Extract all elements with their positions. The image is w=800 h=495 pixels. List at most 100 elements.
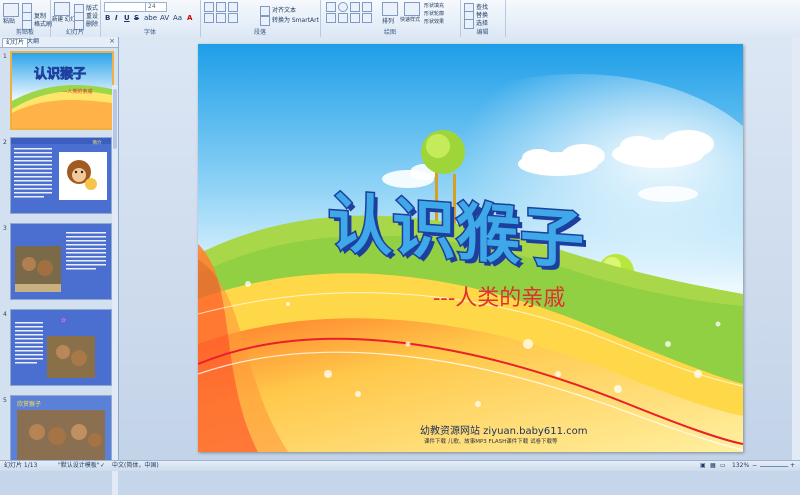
paste-button[interactable] [3, 3, 21, 17]
clipboard-group: 粘贴 复制 格式刷 剪贴板 [0, 0, 52, 37]
shape-fill-label: 形状填充 [424, 3, 445, 9]
paragraph-group: 对齐文本 转换为 SmartArt 段落 [200, 0, 321, 37]
font-size-combo[interactable]: 24 [145, 2, 167, 12]
align-left-icon [204, 13, 214, 23]
slide-editor: 认识猴子 认识猴子 ---人类的亲戚 幼教资源网站 ziyuan.baby611… [119, 37, 800, 460]
shape-effects-label: 形状效果 [424, 19, 445, 25]
indent-icon [228, 2, 238, 12]
close-icon[interactable]: × [109, 37, 115, 45]
align-center-icon [216, 13, 226, 23]
shape-fill-button[interactable]: 形状填充 [424, 2, 444, 9]
thumb-number: 4 [3, 311, 7, 318]
align-text-button[interactable]: 对齐文本 [260, 5, 296, 16]
font-group-label: 字体 [143, 29, 156, 36]
triangle-shape-icon [326, 13, 336, 23]
convert-smartart-button[interactable]: 转换为 SmartArt [260, 15, 319, 26]
change-case-button[interactable]: Aa [173, 14, 182, 22]
star-shape-icon [338, 13, 348, 23]
shape-outline-label: 形状轮廓 [424, 11, 445, 17]
ribbon: 粘贴 复制 格式刷 剪贴板 新建 幻灯片 版式 重设 删除 幻灯片 24 B I… [0, 0, 800, 38]
slide-canvas[interactable]: 认识猴子 认识猴子 ---人类的亲戚 幼教资源网站 ziyuan.baby611… [198, 44, 743, 452]
shadow-button[interactable]: abe [144, 14, 157, 22]
editor-scrollbar[interactable] [792, 37, 800, 460]
panel-tabs: 幻灯片 大纲 × [0, 37, 118, 48]
curve-shape-icon [350, 13, 360, 23]
clipboard-group-label: 剪贴板 [15, 29, 34, 36]
smartart-icon [260, 15, 270, 26]
align-text-icon [260, 5, 270, 16]
arrange-label: 排列 [382, 18, 395, 25]
drawing-group: 排列 快速样式 形状填充 形状轮廓 形状效果 绘图 [320, 0, 461, 37]
char-spacing-button[interactable]: AV [160, 14, 169, 22]
slide-thumbnail-4[interactable]: ✿ [10, 309, 112, 386]
new-slide-button[interactable] [54, 2, 72, 16]
thumb-number: 1 [3, 53, 7, 60]
shape-outline-button[interactable]: 形状轮廓 [424, 10, 444, 17]
align-text-label: 对齐文本 [272, 7, 297, 14]
thumb4-art: ✿ [11, 310, 111, 385]
convert-smartart-label: 转换为 SmartArt [272, 17, 319, 24]
slide-thumbnail-3[interactable] [10, 223, 112, 300]
slide-thumbnail-5[interactable]: 欣赏猴子 [10, 395, 112, 461]
thumb-number: 5 [3, 397, 7, 404]
quick-styles-label: 快速样式 [400, 17, 421, 23]
zoom-slider[interactable] [760, 466, 788, 467]
underline-button[interactable]: U [124, 14, 130, 22]
panel-scrollbar[interactable] [112, 85, 118, 495]
slide-title[interactable]: 认识猴子 认识猴子 [318, 172, 648, 272]
thumb1-title: 认识猴子 [34, 66, 86, 82]
font-group: 24 B I U S abe AV Aa A 字体 [100, 0, 201, 37]
oval-shape-icon [338, 2, 348, 12]
quick-styles-button[interactable] [404, 2, 422, 16]
slide-thumbnail-2[interactable]: 简介 [10, 137, 112, 214]
thumb5-art: 欣赏猴子 [11, 396, 111, 460]
brace-shape-icon [362, 13, 372, 23]
quick-styles-icon [404, 2, 420, 16]
tab-outline[interactable]: 大纲 [24, 38, 42, 46]
slides-panel: 幻灯片 大纲 × 1 认识猴子 ---人类的亲戚 2 简介 3 4 ✿ 5 欣赏… [0, 37, 119, 495]
bullets-icon [204, 2, 214, 12]
thumb5-heading: 欣赏猴子 [17, 400, 41, 408]
thumb1-art: 认识猴子 ---人类的亲戚 [12, 53, 112, 128]
strikethrough-button[interactable]: S [134, 14, 139, 22]
list-buttons[interactable] [204, 2, 240, 12]
paste-icon [3, 3, 19, 17]
slide-thumbnail-1[interactable]: 认识猴子 ---人类的亲戚 [10, 51, 114, 130]
slide-footer-site: 幼教资源网站 ziyuan.baby611.com [420, 426, 588, 437]
thumb1-subtitle: ---人类的亲戚 [62, 88, 92, 95]
drawing-group-label: 绘图 [383, 29, 396, 36]
new-slide-icon [54, 2, 70, 16]
panel-scrollbar-thumb[interactable] [113, 89, 117, 149]
thumb-number: 2 [3, 139, 7, 146]
italic-button[interactable]: I [115, 14, 118, 22]
arrange-icon [382, 2, 398, 16]
editing-group-label: 编辑 [476, 29, 489, 36]
arrow-shape-icon [362, 2, 372, 12]
rectangle-shape-icon [326, 2, 336, 12]
bold-button[interactable]: B [105, 14, 110, 22]
thumb3-art [11, 224, 111, 299]
paragraph-group-label: 段落 [253, 29, 266, 36]
thumb2-art: 简介 [11, 138, 111, 213]
arrange-button[interactable] [382, 2, 400, 16]
slide-footer-links: 课件下载 儿歌、故事MP3 FLASH课件下载 试卷下载等 [424, 439, 558, 445]
align-right-icon [228, 13, 238, 23]
slide-title-text: 认识猴子 [328, 187, 584, 272]
editing-group: 查找 替换 选择 编辑 [460, 0, 506, 37]
thumb-number: 3 [3, 225, 7, 232]
shape-effects-button[interactable]: 形状效果 [424, 18, 444, 25]
shapes-gallery[interactable] [326, 2, 374, 12]
thumb2-heading: 简介 [93, 139, 102, 146]
font-color-button[interactable]: A [187, 14, 192, 22]
status-bar: 幻灯片 1/13 "默认设计模板" ✓ 中文(简体，中国) ▣ ▦ ▭ 132%… [0, 460, 800, 471]
thumb4-decor: ✿ [61, 317, 66, 324]
select-label: 选择 [476, 20, 489, 27]
shapes-gallery-row2[interactable] [326, 13, 374, 23]
slides-group: 新建 幻灯片 版式 重设 删除 幻灯片 [50, 0, 101, 37]
paste-label: 粘贴 [3, 18, 16, 25]
slide-subtitle[interactable]: ---人类的亲戚 [433, 280, 565, 312]
align-buttons[interactable] [204, 13, 240, 23]
line-shape-icon [350, 2, 360, 12]
font-name-combo[interactable] [104, 2, 146, 12]
numbering-icon [216, 2, 226, 12]
